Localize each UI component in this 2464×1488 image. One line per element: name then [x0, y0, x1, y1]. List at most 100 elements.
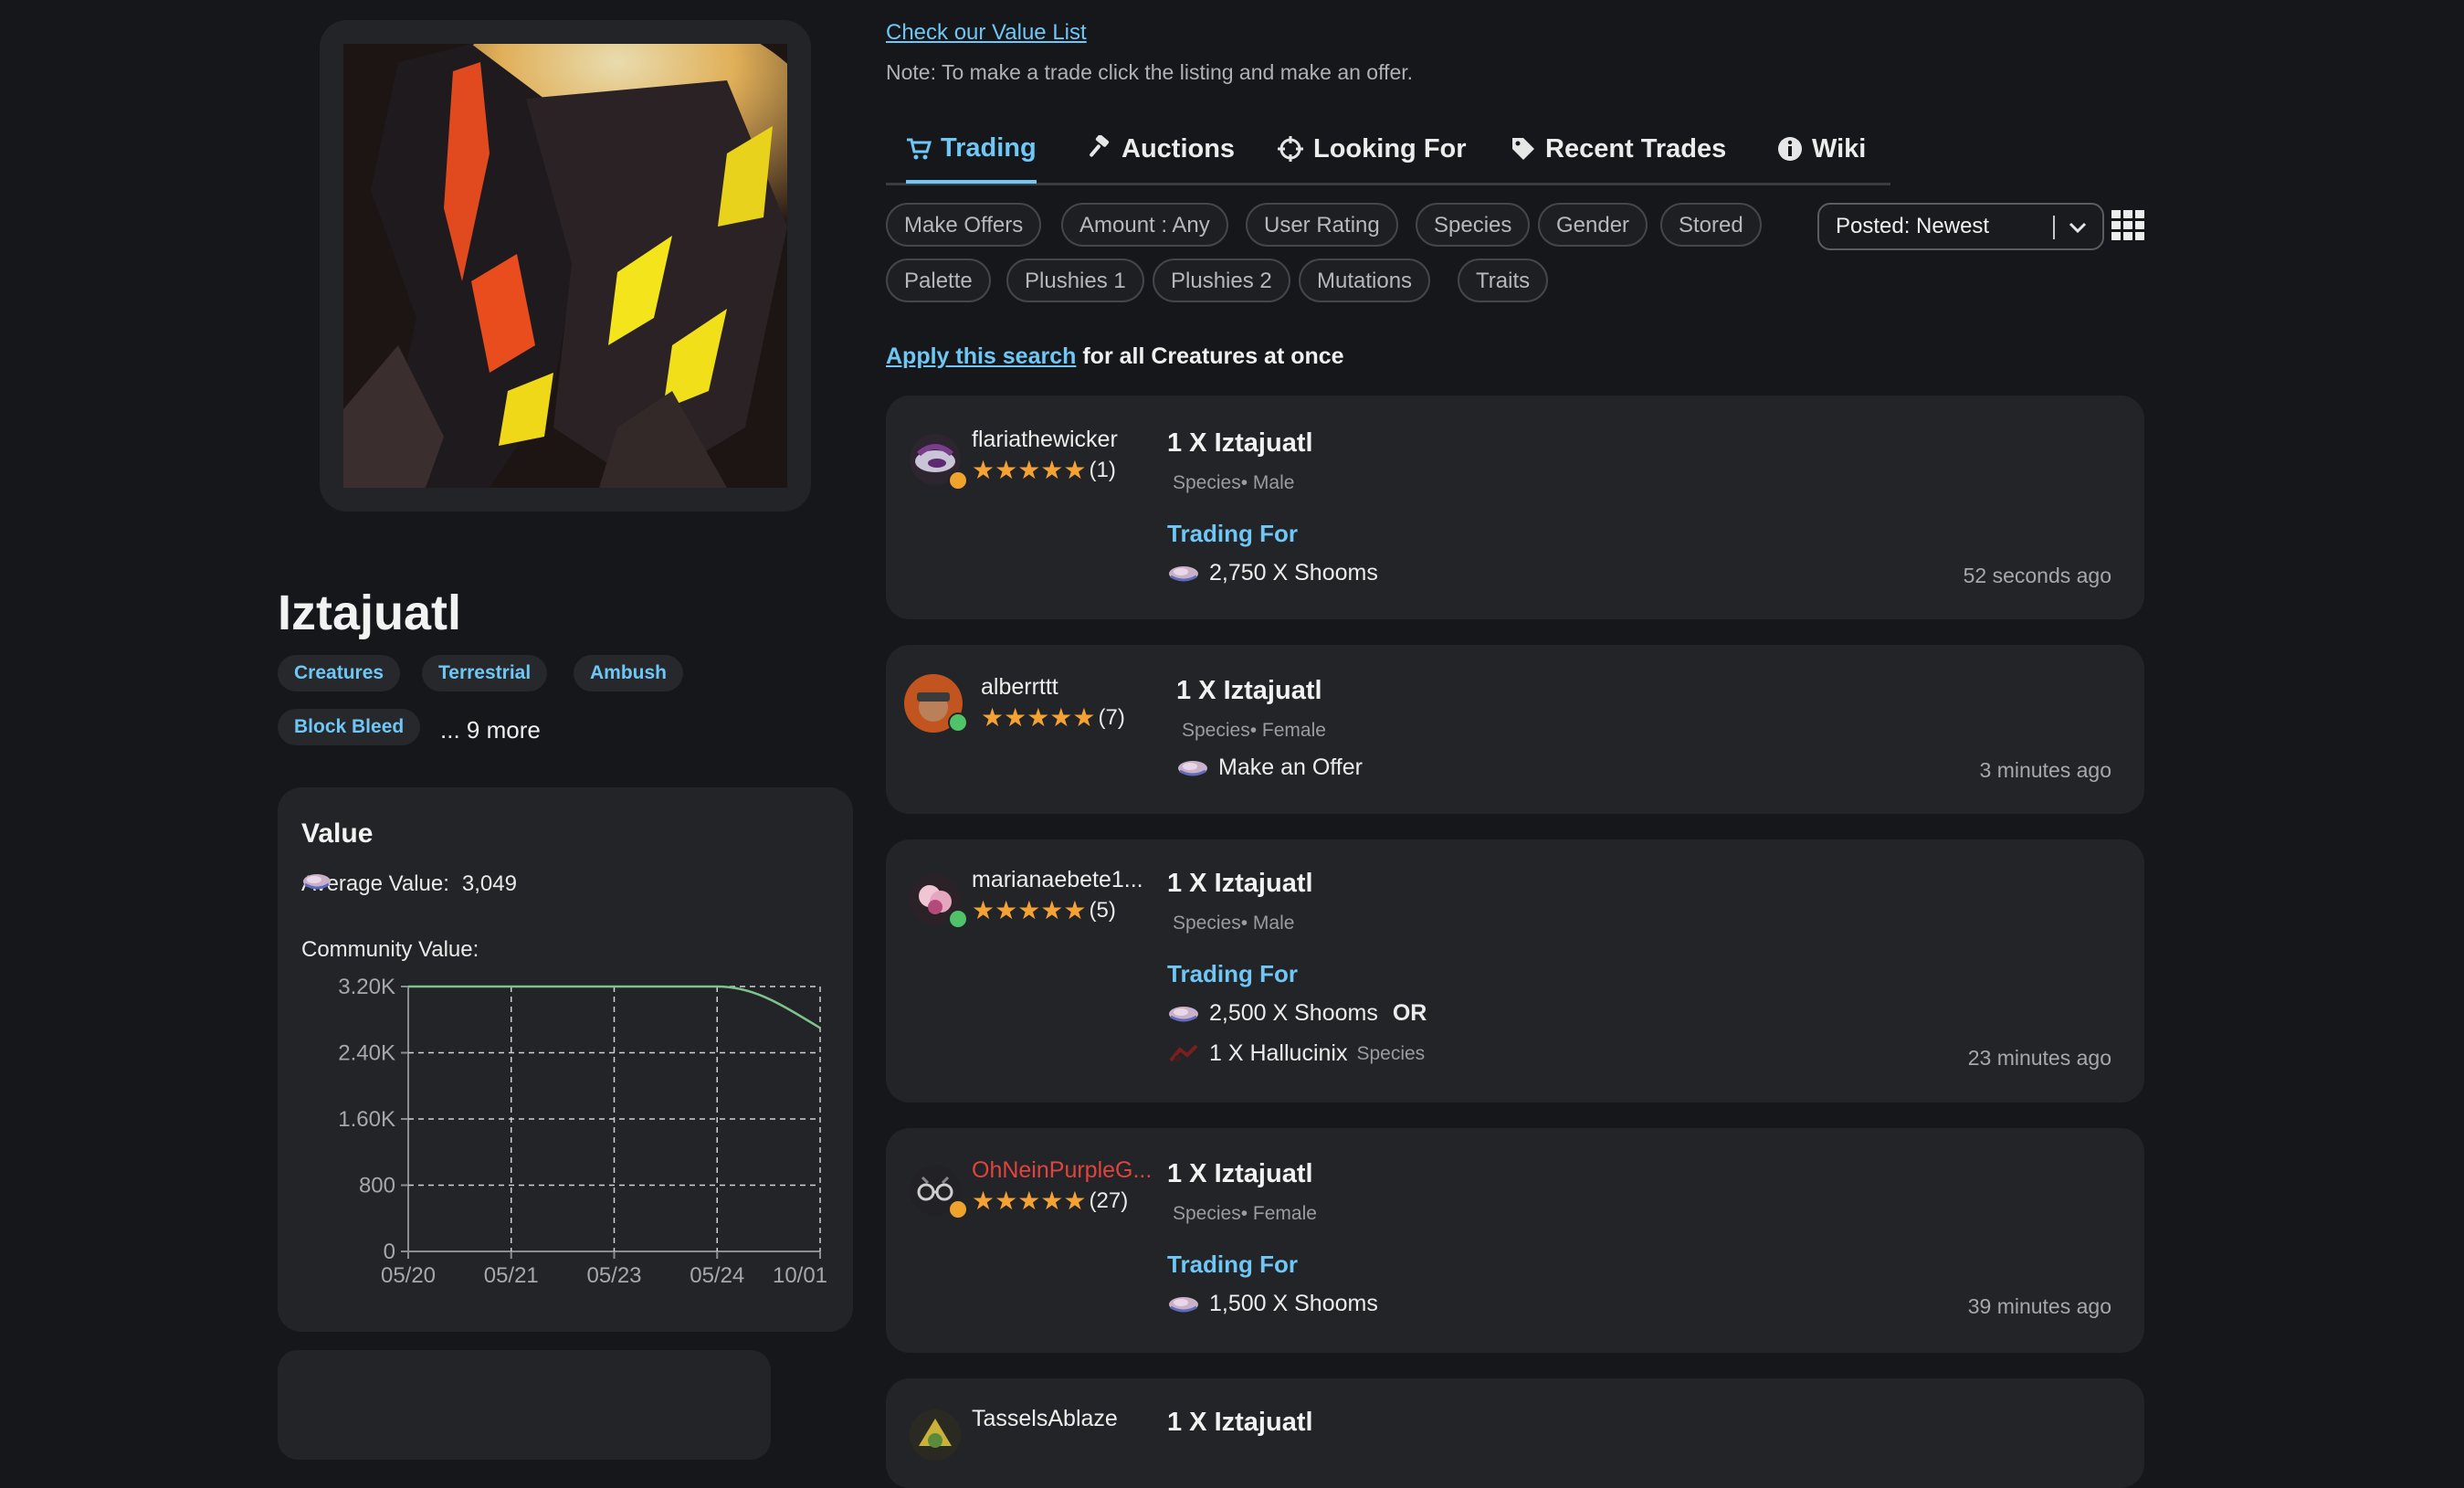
wanted-item: 1,500 X Shooms [1167, 1291, 1378, 1317]
filter-traits[interactable]: Traits [1458, 259, 1549, 302]
chart-x-tick-label: 10/01 [773, 1263, 827, 1288]
wanted-item-subtext: Species [1356, 1042, 1426, 1064]
tab-auctions[interactable]: Auctions [1085, 117, 1235, 181]
status-online-icon [948, 712, 968, 733]
apply-search-row: Apply this search for all Creatures at o… [886, 343, 1344, 370]
shoom-icon [1169, 1006, 1198, 1021]
filter-stored[interactable]: Stored [1660, 203, 1762, 247]
avatar[interactable] [910, 1409, 961, 1461]
star-icon: ★★★★★ [972, 896, 1087, 924]
tab-bar: Trading Auctions Looking For Recent Trad… [886, 117, 1890, 185]
wanted-item: Make an Offer [1176, 755, 1363, 781]
trade-note: Note: To make a trade click the listing … [886, 60, 1414, 84]
listing-card[interactable]: flariathewicker ★★★★★ (1) 1 X Iztajuatl … [886, 396, 2144, 619]
sort-separator [2053, 216, 2055, 239]
filter-plushies-1[interactable]: Plushies 1 [1006, 259, 1144, 302]
filter-mutations[interactable]: Mutations [1299, 259, 1431, 302]
listing-title: 1 X Iztajuatl [1167, 869, 1313, 898]
seller-username[interactable]: TasselsAblaze [972, 1406, 1118, 1432]
filter-user-rating[interactable]: User Rating [1246, 203, 1398, 247]
wanted-item: 2,750 X Shooms [1167, 560, 1378, 586]
shoom-icon [1178, 760, 1207, 776]
seller-rating: ★★★★★ (27) [972, 1188, 1128, 1214]
seller-rating: ★★★★★ (5) [972, 898, 1116, 923]
seller-rating: ★★★★★ (1) [972, 458, 1116, 483]
listing-card[interactable]: OhNeinPurpleG... ★★★★★ (27) 1 X Iztajuat… [886, 1128, 2144, 1353]
tab-recent-trades[interactable]: Recent Trades [1511, 117, 1726, 181]
shoom-icon [1169, 1296, 1198, 1312]
value-list-link[interactable]: Check our Value List [886, 20, 1087, 46]
filter-make-offers[interactable]: Make Offers [886, 203, 1042, 247]
tab-auctions-label: Auctions [1121, 133, 1236, 164]
chart-y-tick-label: 2.40K [338, 1041, 395, 1066]
tag-ambush[interactable]: Ambush [574, 655, 683, 691]
chart-x-tick-label: 05/20 [381, 1263, 436, 1288]
wanted-item-text: 1 X Hallucinix [1209, 1040, 1348, 1066]
seller-username[interactable]: marianaebete1... [972, 867, 1143, 893]
tag-terrestrial[interactable]: Terrestrial [422, 655, 548, 691]
tab-wiki[interactable]: Wiki [1777, 117, 1866, 181]
listing-meta: Species• Male [1173, 913, 1295, 934]
creature-name: Iztajuatl [278, 586, 462, 640]
chart-y-tick-label: 0 [384, 1240, 395, 1264]
trading-for-label: Trading For [1167, 1251, 1298, 1278]
status-away-icon [948, 1199, 968, 1219]
chart-x-tick-label: 05/23 [586, 1263, 641, 1288]
listing-title: 1 X Iztajuatl [1167, 1408, 1313, 1437]
listing-meta: Species• Female [1173, 1203, 1317, 1224]
seller-username[interactable]: flariathewicker [972, 427, 1118, 453]
tab-trading[interactable]: Trading [906, 117, 1037, 184]
community-value-chart: 0 800 1.60K 2.40K 3.20K 05/20 05/21 05/23 05/24 1… [338, 975, 827, 1288]
listing-card[interactable]: marianaebete1... ★★★★★ (5) 1 X Iztajuatl… [886, 839, 2144, 1103]
chevron-down-icon [2069, 222, 2087, 234]
tab-wiki-label: Wiki [1812, 133, 1867, 164]
filter-plushies-2[interactable]: Plushies 2 [1153, 259, 1290, 302]
listing-meta: Species• Female [1182, 720, 1326, 741]
tag-creatures[interactable]: Creatures [278, 655, 401, 691]
grid-view-icon[interactable] [2111, 210, 2144, 241]
filter-palette[interactable]: Palette [886, 259, 991, 302]
wanted-item-text: 2,750 X Shooms [1209, 560, 1378, 586]
star-icon: ★★★★★ [981, 703, 1096, 732]
filter-amount[interactable]: Amount : Any [1061, 203, 1228, 247]
rating-count: (1) [1089, 458, 1116, 482]
sort-select-value: Posted: Newest [1836, 214, 1990, 238]
wanted-item: 2,500 X Shooms OR [1167, 1000, 1427, 1027]
trading-for-label: Trading For [1167, 520, 1298, 547]
seller-rating: ★★★★★ (7) [981, 705, 1125, 731]
listing-title: 1 X Iztajuatl [1176, 676, 1322, 705]
status-away-icon [948, 470, 968, 491]
chart-x-tick-label: 05/21 [484, 1263, 539, 1288]
listing-title: 1 X Iztajuatl [1167, 428, 1313, 458]
value-card: Value Average Value: 3,049 Community Val… [278, 787, 853, 1332]
listing-meta: Species• Male [1173, 472, 1295, 493]
filter-species[interactable]: Species [1416, 203, 1531, 247]
status-online-icon [948, 909, 968, 929]
cart-icon [907, 138, 932, 159]
rating-count: (27) [1089, 1188, 1129, 1213]
tab-looking-for[interactable]: Looking For [1277, 117, 1467, 181]
info-icon [1778, 137, 1802, 161]
or-separator: OR [1392, 1000, 1427, 1026]
listing-time: 39 minutes ago [1967, 1294, 2111, 1318]
star-icon: ★★★★★ [972, 456, 1087, 484]
listing-card[interactable]: TasselsAblaze 1 X Iztajuatl [886, 1378, 2144, 1488]
trading-for-label: Trading For [1167, 960, 1298, 987]
listing-time: 23 minutes ago [1967, 1046, 2111, 1070]
tab-trading-label: Trading [941, 133, 1037, 163]
tag-block-bleed[interactable]: Block Bleed [278, 709, 421, 745]
listing-card[interactable]: alberrttt ★★★★★ (7) 1 X Iztajuatl Specie… [886, 645, 2144, 814]
listing-title: 1 X Iztajuatl [1167, 1159, 1313, 1188]
sort-select[interactable]: Posted: Newest [1817, 203, 2104, 250]
chart-y-tick-label: 1.60K [338, 1107, 395, 1132]
chart-y-tick-label: 800 [359, 1174, 395, 1198]
tab-looking-for-label: Looking For [1313, 133, 1467, 164]
rating-count: (5) [1089, 898, 1116, 923]
rating-count: (7) [1098, 705, 1125, 730]
filter-gender[interactable]: Gender [1538, 203, 1648, 247]
seller-username[interactable]: OhNeinPurpleG... [972, 1157, 1152, 1184]
more-tags-link[interactable]: ... 9 more [440, 716, 541, 744]
apply-search-link[interactable]: Apply this search [886, 343, 1076, 369]
shoom-icon [1169, 565, 1198, 581]
seller-username[interactable]: alberrttt [981, 674, 1058, 701]
